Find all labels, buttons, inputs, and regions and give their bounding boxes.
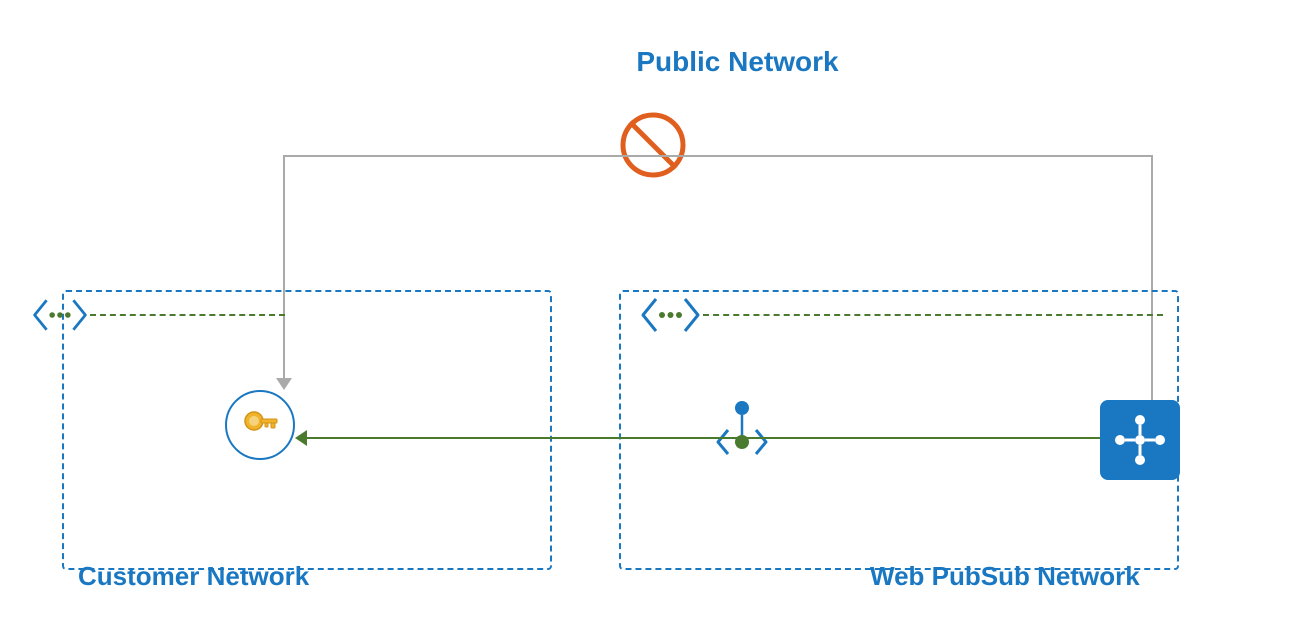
pubsub-endpoint-icon: [635, 295, 705, 335]
customer-endpoint-icon: [30, 295, 90, 335]
arrowhead-left: [295, 430, 307, 446]
horizontal-arrow-line: [305, 437, 1115, 439]
no-symbol-icon: [618, 110, 688, 180]
customer-network-box: [62, 290, 552, 570]
customer-network-label: Customer Network: [78, 561, 309, 592]
key-icon: [225, 390, 295, 460]
public-network-label: Public Network: [619, 46, 856, 78]
pubsub-network-label: Web PubSub Network: [870, 561, 1140, 592]
dashed-line-right: [703, 314, 1163, 316]
top-horizontal-line: [283, 155, 1153, 157]
azure-pubsub-service-icon: [1100, 400, 1180, 480]
private-endpoint-icon: [710, 400, 775, 470]
diagram: Public Network Customer Network Web PubS…: [0, 0, 1291, 641]
dashed-line-left: [90, 314, 285, 316]
